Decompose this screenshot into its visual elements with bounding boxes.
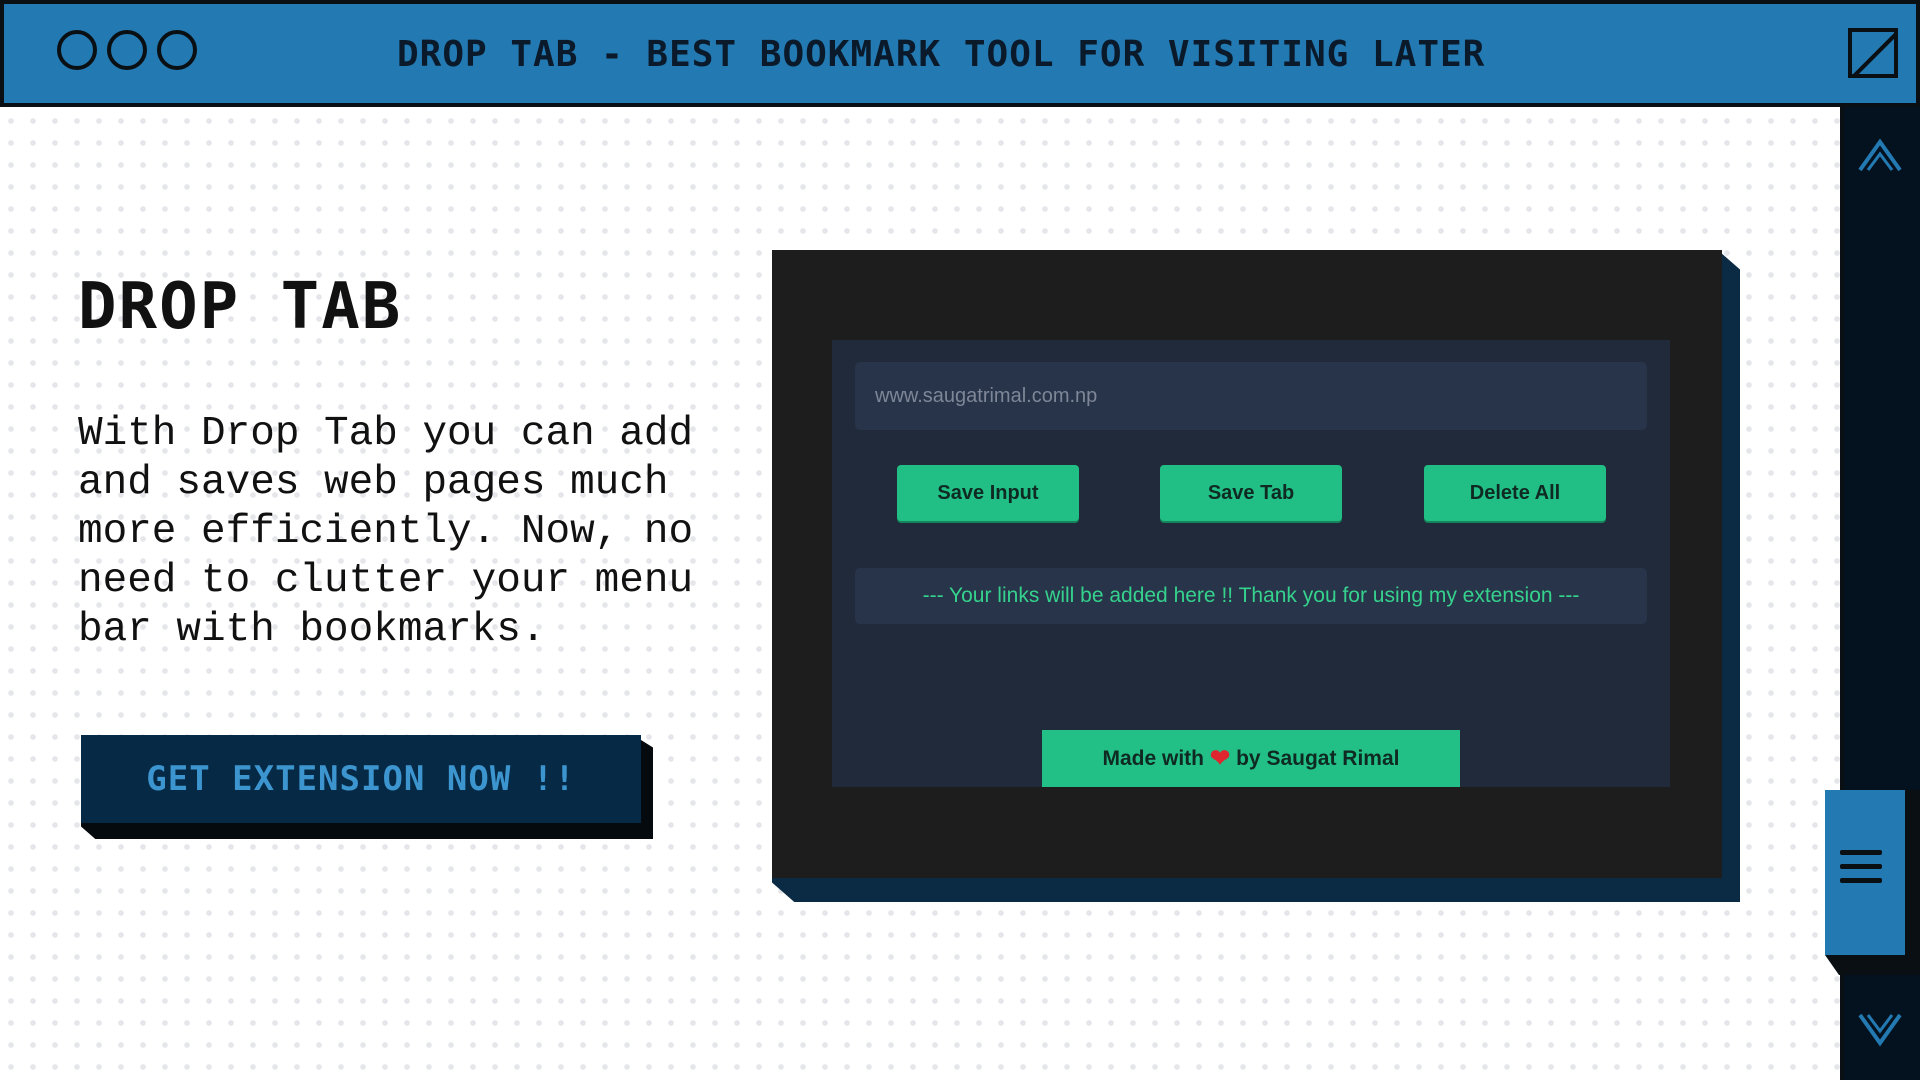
credits-footer: Made with ❤ by Saugat Rimal [1042,730,1460,787]
credits-before: Made with [1102,746,1204,770]
credits-after: by Saugat Rimal [1236,746,1400,770]
url-input[interactable] [855,362,1647,430]
maximize-icon[interactable] [1848,28,1898,78]
links-placeholder-text: --- Your links will be added here !! Tha… [922,584,1580,607]
save-input-button[interactable]: Save Input [897,465,1079,521]
description-text: With Drop Tab you can add and saves web … [78,411,694,653]
chevron-down-icon[interactable] [1855,1005,1905,1055]
title-bar: DROP TAB - BEST BOOKMARK TOOL FOR VISITI… [0,0,1920,107]
window-control-2[interactable] [107,30,147,70]
save-tab-button[interactable]: Save Tab [1160,465,1342,521]
links-list: --- Your links will be added here !! Tha… [855,568,1647,624]
window-title: DROP TAB - BEST BOOKMARK TOOL FOR VISITI… [397,34,1486,75]
page-title: DROP TAB [78,270,403,344]
hamburger-menu-icon[interactable] [1840,850,1882,892]
heart-icon: ❤ [1210,745,1231,772]
window-control-1[interactable] [57,30,97,70]
get-extension-button[interactable]: GET EXTENSION NOW !! [81,735,641,823]
window-control-3[interactable] [157,30,197,70]
chevron-up-icon[interactable] [1855,130,1905,180]
window-controls [57,30,197,70]
delete-all-button[interactable]: Delete All [1424,465,1606,521]
scroll-thumb-side [1905,790,1920,970]
scroll-thumb-bottom [1825,955,1920,975]
